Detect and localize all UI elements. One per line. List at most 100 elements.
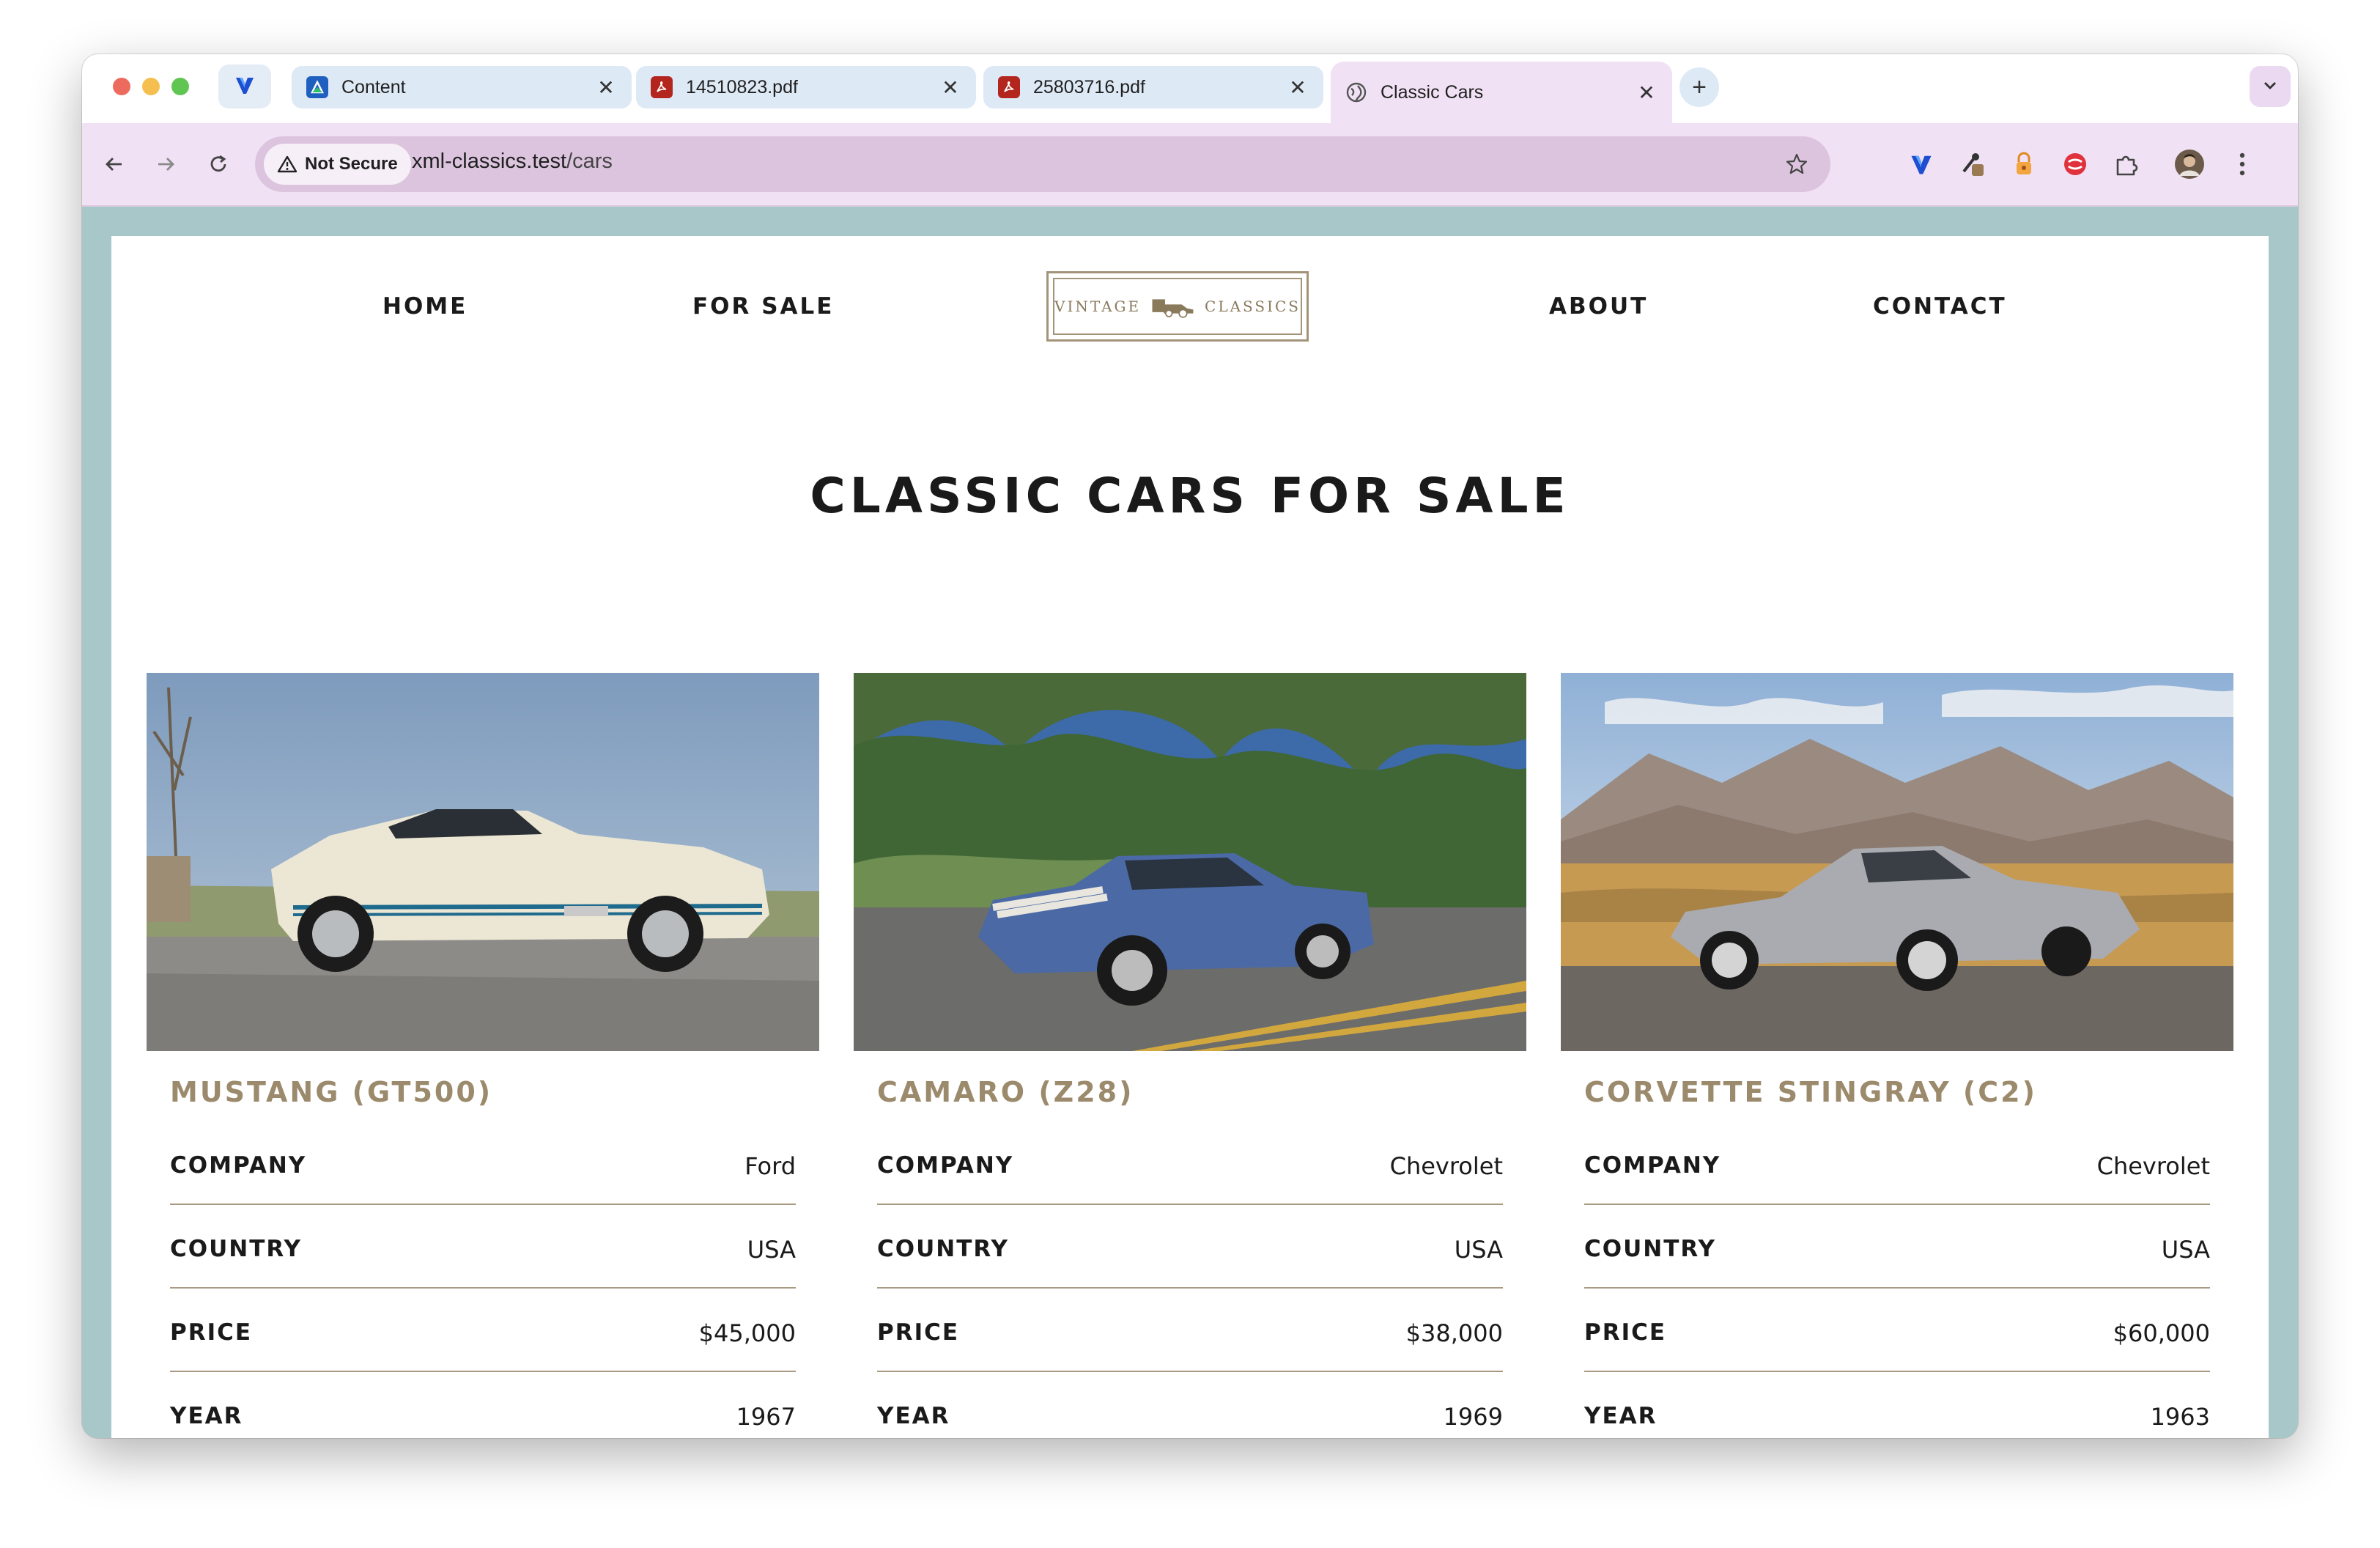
chevron-down-icon [2261,76,2279,97]
tab-close-icon[interactable]: ✕ [1636,81,1658,105]
spec-row-country: COUNTRY USA [877,1205,1503,1289]
spec-value: Ford [744,1152,796,1180]
minimize-window-button[interactable] [142,78,160,95]
tab-title: Content [341,76,406,97]
nav-contact-link[interactable]: CONTACT [1873,293,2007,320]
profile-avatar[interactable] [2169,144,2210,185]
spec-value: $45,000 [698,1319,796,1347]
pdf-icon [998,76,1020,98]
tab-search-button[interactable] [2250,66,2291,107]
car-photo-camaro[interactable] [854,673,1526,1051]
tab-close-icon[interactable]: ✕ [1287,75,1309,100]
tab-close-icon[interactable]: ✕ [595,75,617,100]
reload-button[interactable] [198,144,239,185]
spec-row-company: COMPANY Chevrolet [877,1121,1503,1205]
tab-content[interactable]: Content ✕ [292,66,632,108]
spec-label: COMPANY [877,1152,1014,1179]
spec-label: COUNTRY [170,1236,302,1262]
plus-icon: + [1692,73,1707,101]
car-title[interactable]: MUSTANG (GT500) [170,1076,492,1108]
site-page: HOME FOR SALE VINTAGE CLASSICS ABOUT CON… [111,236,2269,1438]
reload-icon [210,155,226,172]
spec-value: $38,000 [1405,1319,1503,1347]
new-tab-button[interactable]: + [1679,67,1719,107]
spec-row-year: YEAR 1969 [877,1372,1503,1438]
red-extension-icon[interactable] [2055,144,2096,185]
spec-value: USA [1454,1236,1503,1264]
spec-row-country: COUNTRY USA [170,1205,796,1289]
spec-value: USA [2161,1236,2210,1264]
nav-home-link[interactable]: HOME [382,293,468,320]
spec-row-company: COMPANY Ford [170,1121,796,1205]
globe-icon [1345,81,1367,103]
tab-classic-cars[interactable]: Classic Cars ✕ [1331,62,1672,123]
car-photo-corvette[interactable] [1561,673,2233,1051]
spec-label: YEAR [1584,1403,1658,1429]
url-text: xml-classics.test/cars [412,150,613,174]
spec-value: 1963 [2150,1403,2210,1431]
spec-row-year: YEAR 1967 [170,1372,796,1438]
tab-strip: Content ✕ 14510823.pdf ✕ 25803716.pdf ✕ … [82,54,2298,123]
tab-title: 14510823.pdf [686,76,798,97]
spec-row-country: COUNTRY USA [1584,1205,2210,1289]
spec-value: USA [747,1236,796,1264]
nav-about-link[interactable]: ABOUT [1549,293,1648,320]
spec-row-price: PRICE $45,000 [170,1289,796,1372]
spec-label: COMPANY [1584,1152,1721,1179]
dropper-extension-icon[interactable] [1952,144,1993,185]
tab-title: Classic Cars [1381,81,1484,103]
browser-toolbar: Not Secure xml-classics.test/cars [82,123,2298,207]
pdf-icon [651,76,673,98]
lock-extension-icon[interactable] [2003,144,2044,185]
spec-value: 1967 [736,1403,796,1431]
forward-arrow-icon [158,158,174,171]
page-viewport: HOME FOR SALE VINTAGE CLASSICS ABOUT CON… [82,207,2298,1438]
content-app-icon [306,76,328,98]
spec-value: Chevrolet [1389,1152,1503,1180]
close-window-button[interactable] [113,78,130,95]
site-info-chip[interactable]: Not Secure [264,144,411,185]
browser-window: Content ✕ 14510823.pdf ✕ 25803716.pdf ✕ … [82,54,2298,1438]
page-title: CLASSIC CARS FOR SALE [810,468,1570,524]
spec-label: COMPANY [170,1152,307,1179]
tab-pdf-2[interactable]: 25803716.pdf ✕ [983,66,1323,108]
not-secure-label: Not Secure [305,154,398,174]
bookmark-star-icon[interactable] [1782,150,1811,179]
vivaldi-extension-icon[interactable] [1901,144,1942,185]
spec-label: YEAR [877,1403,950,1429]
logo-word-right: CLASSICS [1205,298,1301,315]
more-menu-icon[interactable] [2222,144,2263,185]
url-path: /cars [566,150,613,173]
vivaldi-v-icon [233,73,256,100]
car-photo-mustang[interactable] [147,673,819,1051]
spec-row-price: PRICE $60,000 [1584,1289,2210,1372]
spec-value: Chevrolet [2096,1152,2210,1180]
zoom-window-button[interactable] [171,78,189,95]
url-host: xml-classics.test [412,150,567,173]
nav-for-sale-link[interactable]: FOR SALE [692,293,834,320]
spec-value: $60,000 [2113,1319,2210,1347]
spec-label: PRICE [877,1319,960,1346]
tab-pdf-1[interactable]: 14510823.pdf ✕ [636,66,976,108]
spec-label: YEAR [170,1403,243,1429]
back-button[interactable] [94,144,135,185]
car-title[interactable]: CORVETTE STINGRAY (C2) [1584,1076,2037,1108]
car-title[interactable]: CAMARO (Z28) [877,1076,1134,1108]
spec-row-price: PRICE $38,000 [877,1289,1503,1372]
extensions-puzzle-icon[interactable] [2106,144,2147,185]
spec-label: COUNTRY [1584,1236,1716,1262]
spec-label: PRICE [1584,1319,1667,1346]
spec-row-year: YEAR 1963 [1584,1372,2210,1438]
pinned-tab[interactable] [218,64,271,108]
spec-label: PRICE [170,1319,253,1346]
spec-value: 1969 [1443,1403,1503,1431]
site-logo[interactable]: VINTAGE CLASSICS [1046,271,1309,342]
forward-button[interactable] [145,144,186,185]
warning-triangle-icon [277,155,298,173]
tab-title: 25803716.pdf [1033,76,1145,97]
spec-label: COUNTRY [877,1236,1009,1262]
tab-close-icon[interactable]: ✕ [939,75,961,100]
logo-word-left: VINTAGE [1054,298,1142,315]
vintage-car-icon [1152,299,1194,318]
address-bar[interactable]: Not Secure xml-classics.test/cars [255,136,1830,192]
